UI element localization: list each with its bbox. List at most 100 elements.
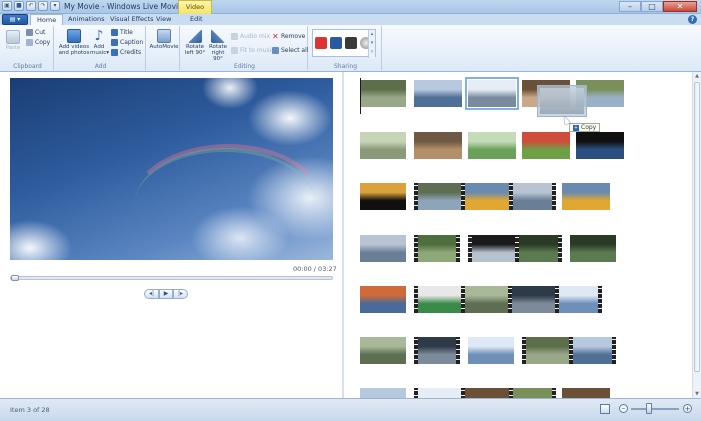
play-button[interactable]: ▶ bbox=[159, 289, 173, 299]
storyboard-clip[interactable] bbox=[465, 77, 519, 110]
previous-frame-button[interactable]: ◂| bbox=[144, 289, 159, 299]
storyboard-clip[interactable] bbox=[562, 388, 610, 398]
clip-frame-thumbnail bbox=[360, 286, 406, 313]
filmstrip-edge bbox=[468, 235, 472, 262]
tab-edit[interactable]: Edit bbox=[184, 14, 209, 25]
storyboard-clip[interactable] bbox=[360, 337, 406, 364]
storyboard-clip[interactable] bbox=[360, 183, 406, 210]
tab-view[interactable]: View bbox=[150, 14, 177, 25]
caption-button[interactable]: Caption bbox=[111, 39, 143, 46]
remove-button[interactable]: ✕ Remove bbox=[272, 32, 305, 41]
fit-to-music-button[interactable]: Fit to music bbox=[231, 47, 275, 54]
minimize-button[interactable]: – bbox=[619, 1, 641, 12]
sharing-gallery-scroll[interactable]: ▴ ▾ ▿ bbox=[368, 30, 375, 58]
video-preview[interactable] bbox=[10, 78, 333, 260]
zoom-slider-track[interactable] bbox=[631, 408, 679, 410]
help-icon[interactable]: ? bbox=[688, 15, 697, 24]
filmstrip-edge bbox=[522, 337, 526, 364]
filmstrip-edge bbox=[508, 183, 513, 210]
paste-button[interactable]: Paste bbox=[5, 30, 21, 51]
storyboard-clip[interactable] bbox=[360, 235, 406, 262]
time-display: 00:00 / 03:27 bbox=[293, 265, 337, 273]
rainbow-image bbox=[130, 138, 326, 258]
rotate-left-90-label: left 90° bbox=[184, 50, 206, 56]
automovie-button[interactable]: AutoMovie bbox=[149, 29, 179, 50]
redo-icon[interactable]: ↷ bbox=[38, 1, 48, 11]
maximize-button[interactable]: □ bbox=[641, 1, 663, 12]
fit-to-music-label: Fit to music bbox=[240, 47, 275, 54]
zoom-in-button[interactable]: + bbox=[683, 404, 692, 413]
caption-label: Caption bbox=[120, 39, 144, 46]
zoom-slider-thumb[interactable] bbox=[646, 403, 652, 414]
storyboard-clip[interactable] bbox=[360, 388, 406, 398]
storyboard-clip[interactable] bbox=[522, 132, 570, 159]
youtube-icon[interactable] bbox=[315, 37, 327, 49]
clip-frame-thumbnail bbox=[360, 235, 406, 262]
title-bar: ▣ ■ ↶ ↷ ▾ My Movie - Windows Live Movie … bbox=[0, 0, 701, 24]
storyboard-clip[interactable] bbox=[414, 286, 602, 313]
customize-qat-icon[interactable]: ▾ bbox=[50, 1, 60, 11]
clip-frame-thumbnail bbox=[360, 388, 406, 398]
filmstrip-edge bbox=[456, 337, 460, 364]
copy-button[interactable]: Copy bbox=[26, 39, 50, 46]
storyboard-clip[interactable] bbox=[468, 132, 516, 159]
scroll-up-arrow[interactable]: ▲ bbox=[693, 72, 701, 80]
application-menu-button[interactable]: ▤ ▾ bbox=[2, 14, 28, 25]
thumbnail-size-icon[interactable] bbox=[600, 404, 610, 414]
storyboard-clip[interactable] bbox=[468, 235, 562, 262]
clip-frame-thumbnail bbox=[569, 337, 616, 364]
audio-mix-icon bbox=[231, 33, 238, 40]
tab-home[interactable]: Home bbox=[30, 14, 64, 25]
storyboard-clip[interactable] bbox=[414, 132, 462, 159]
storyboard-clip[interactable] bbox=[570, 235, 616, 262]
storyboard-clip[interactable] bbox=[576, 132, 624, 159]
filmstrip-edge bbox=[461, 183, 466, 210]
rotate-right-button[interactable]: Rotate right 90° bbox=[207, 29, 229, 62]
facebook-icon[interactable] bbox=[330, 37, 342, 49]
storyboard-clip[interactable] bbox=[360, 286, 406, 313]
next-frame-button[interactable]: |▸ bbox=[173, 289, 188, 299]
cut-label: Cut bbox=[35, 29, 46, 36]
clip-frame-thumbnail bbox=[414, 80, 462, 107]
add-music-button[interactable]: ♪ Add music▾ bbox=[90, 29, 109, 56]
copy-icon bbox=[26, 39, 33, 46]
storyboard-clip[interactable] bbox=[360, 80, 406, 107]
filmstrip-edge bbox=[414, 337, 418, 364]
storyboard-clip[interactable] bbox=[468, 337, 514, 364]
clip-frame-thumbnail bbox=[414, 337, 460, 364]
and-photos-label: and photos bbox=[58, 50, 90, 56]
storyboard-scrollbar[interactable]: ▲ ▼ bbox=[692, 72, 701, 398]
seek-thumb[interactable] bbox=[11, 275, 19, 281]
plus-icon: + bbox=[573, 125, 579, 131]
scrollbar-thumb[interactable] bbox=[694, 82, 700, 372]
title-button[interactable]: Title bbox=[111, 29, 133, 36]
scroll-down-arrow[interactable]: ▼ bbox=[693, 390, 701, 398]
storyboard-clip[interactable] bbox=[360, 132, 406, 159]
rotate-left-button[interactable]: Rotate left 90° bbox=[184, 29, 206, 56]
select-all-button[interactable]: Select all bbox=[272, 47, 308, 54]
select-all-label: Select all bbox=[281, 47, 309, 54]
add-videos-photos-button[interactable]: Add videos and photos bbox=[58, 29, 90, 56]
storyboard-clip[interactable] bbox=[414, 388, 556, 398]
clip-frame-thumbnail bbox=[508, 286, 555, 313]
cut-button[interactable]: Cut bbox=[26, 29, 45, 36]
storyboard-clip[interactable] bbox=[414, 337, 460, 364]
monitor-icon[interactable] bbox=[345, 37, 357, 49]
zoom-out-button[interactable]: – bbox=[619, 404, 628, 413]
storyboard-clip[interactable] bbox=[414, 183, 556, 210]
storyboard-clip[interactable] bbox=[562, 183, 610, 210]
remove-x-icon: ✕ bbox=[272, 32, 279, 41]
storyboard bbox=[344, 72, 692, 398]
storyboard-clip[interactable] bbox=[414, 80, 462, 107]
seek-bar[interactable] bbox=[10, 275, 333, 281]
credits-button[interactable]: Credits bbox=[111, 49, 141, 56]
app-icon[interactable]: ▣ bbox=[2, 1, 12, 11]
storyboard-clip[interactable] bbox=[414, 235, 460, 262]
audio-mix-button[interactable]: Audio mix bbox=[231, 33, 270, 40]
storyboard-clip[interactable] bbox=[522, 337, 616, 364]
undo-icon[interactable]: ↶ bbox=[26, 1, 36, 11]
title-icon bbox=[111, 29, 118, 36]
close-button[interactable]: ✕ bbox=[663, 1, 697, 12]
save-icon[interactable]: ■ bbox=[14, 1, 24, 11]
clip-frame-thumbnail bbox=[360, 132, 406, 159]
